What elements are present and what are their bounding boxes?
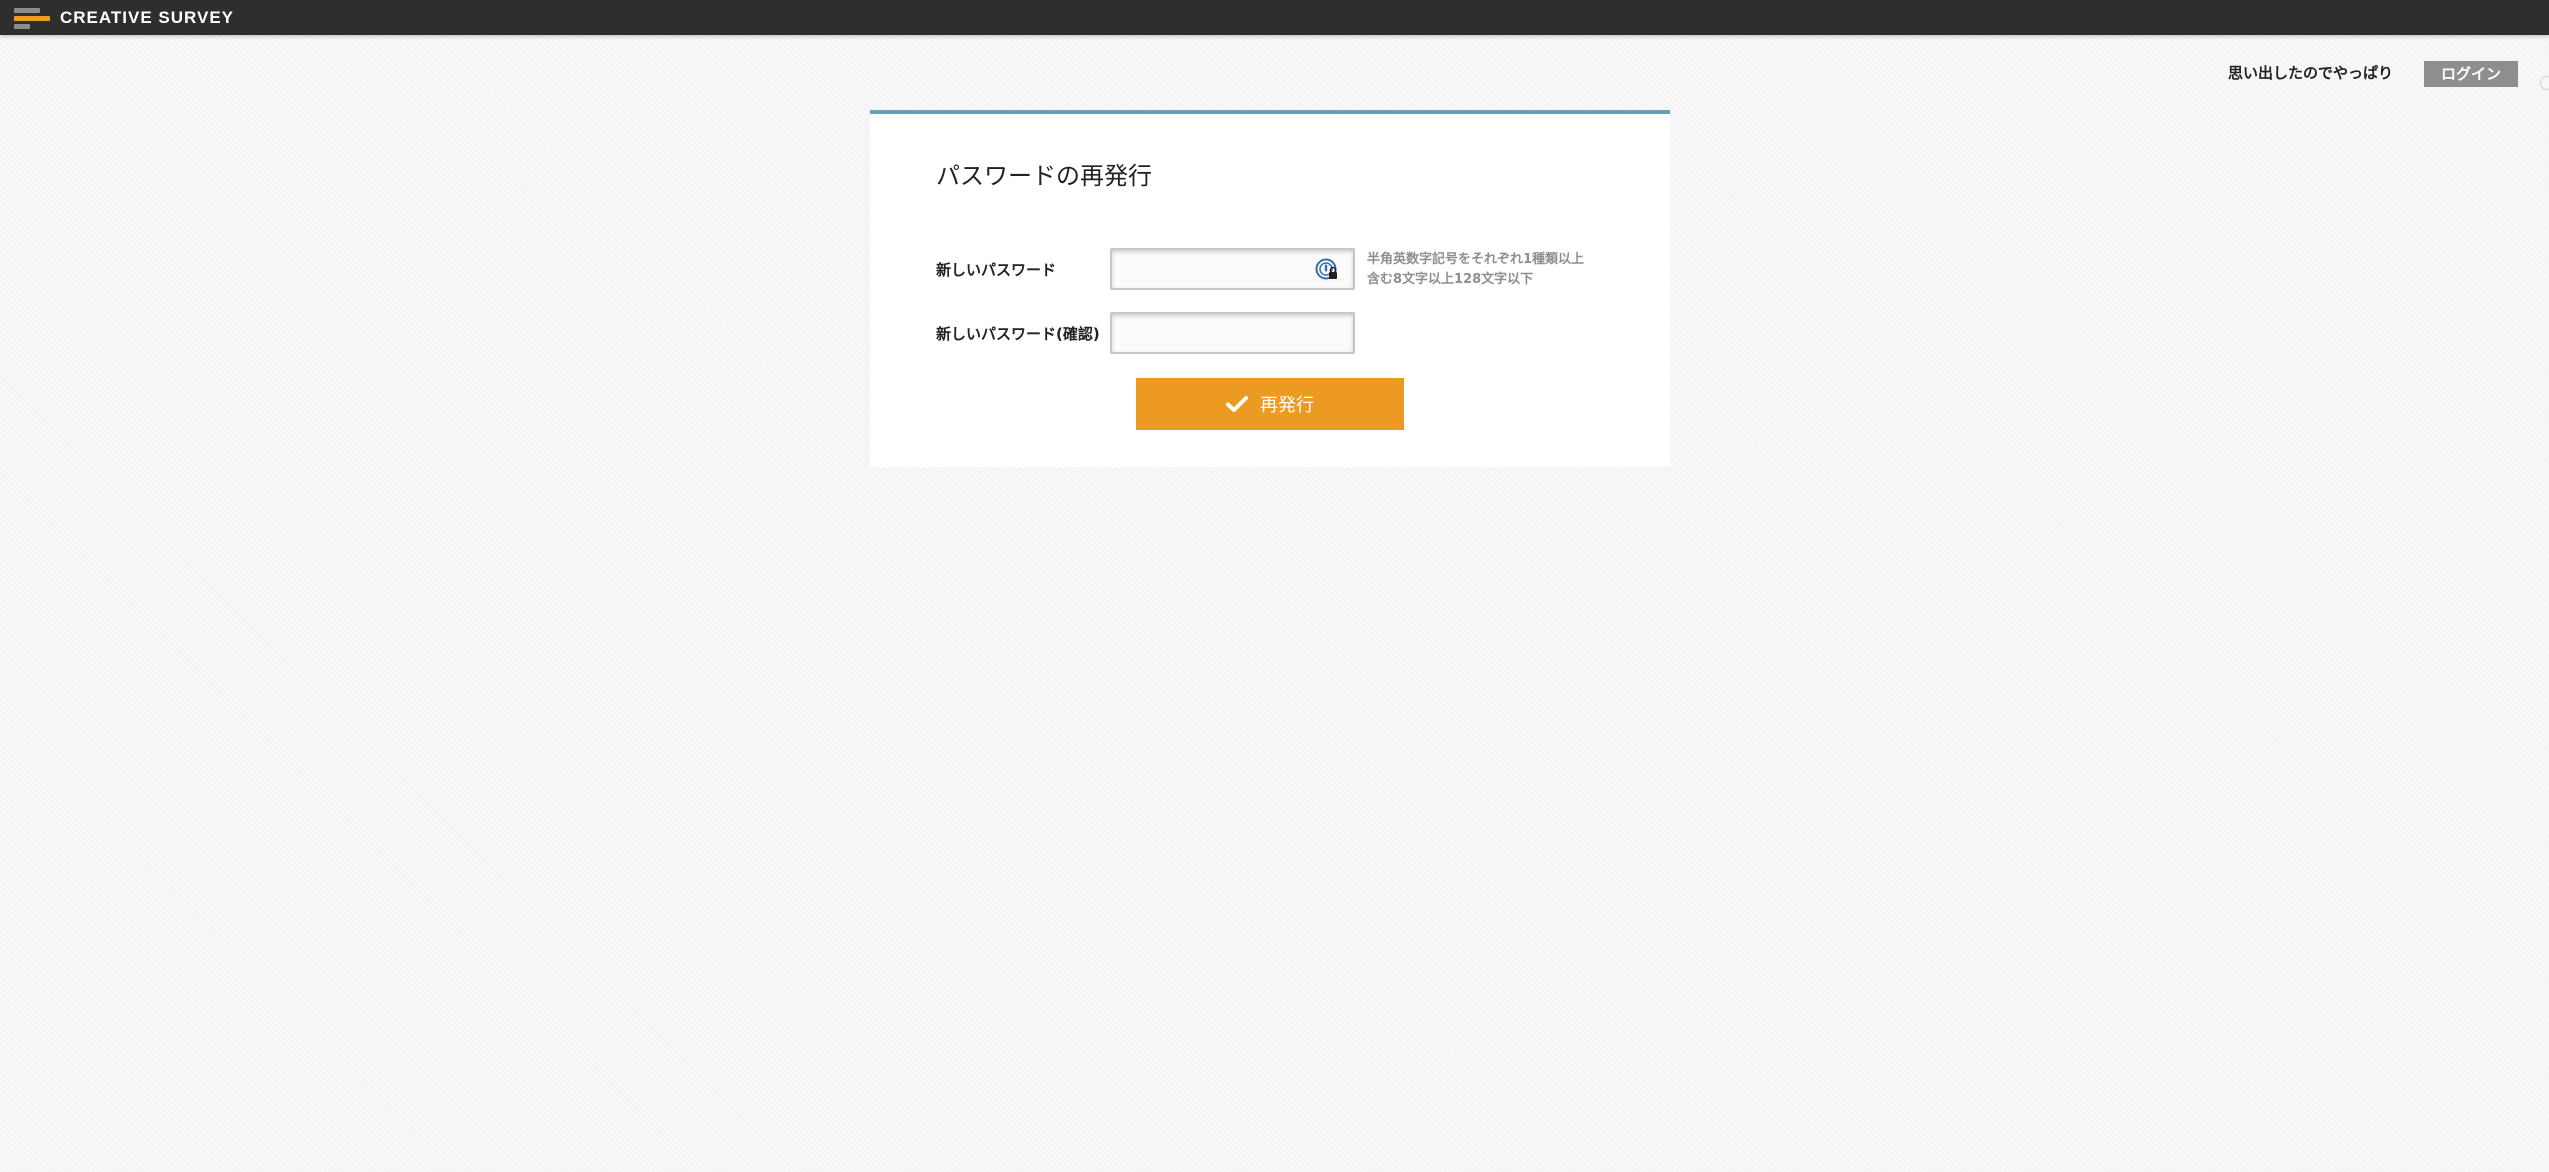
confirm-password-label: 新しいパスワード(確認) — [936, 325, 1100, 343]
password-manager-icon[interactable] — [1315, 258, 1339, 282]
top-bar: CREATIVE SURVEY — [0, 0, 2549, 35]
brand-logo[interactable]: CREATIVE SURVEY — [14, 3, 234, 33]
login-button[interactable]: ログイン — [2424, 61, 2518, 87]
remembered-link[interactable]: 思い出したのでやっぱり — [2228, 62, 2393, 83]
password-reset-card: パスワードの再発行 新しいパスワード 半角英数字記号をそれぞれ1種類以上 含む8… — [870, 110, 1670, 467]
confirm-password-field[interactable] — [1110, 312, 1355, 354]
logo-icon — [14, 7, 50, 29]
password-requirements-hint: 半角英数字記号をそれぞれ1種類以上 含む8文字以上128文字以下 — [1367, 250, 1584, 290]
reissue-button[interactable]: 再発行 — [1136, 378, 1404, 430]
side-tab-handle[interactable] — [2540, 76, 2549, 90]
brand-name: CREATIVE SURVEY — [60, 8, 235, 27]
new-password-label: 新しいパスワード — [936, 261, 1057, 279]
check-icon — [1226, 396, 1248, 412]
hint-line-1: 半角英数字記号をそれぞれ1種類以上 — [1367, 252, 1585, 267]
page-title: パスワードの再発行 — [936, 162, 1152, 190]
hint-line-2: 含む8文字以上128文字以下 — [1367, 272, 1534, 287]
reissue-button-label: 再発行 — [1260, 395, 1314, 416]
